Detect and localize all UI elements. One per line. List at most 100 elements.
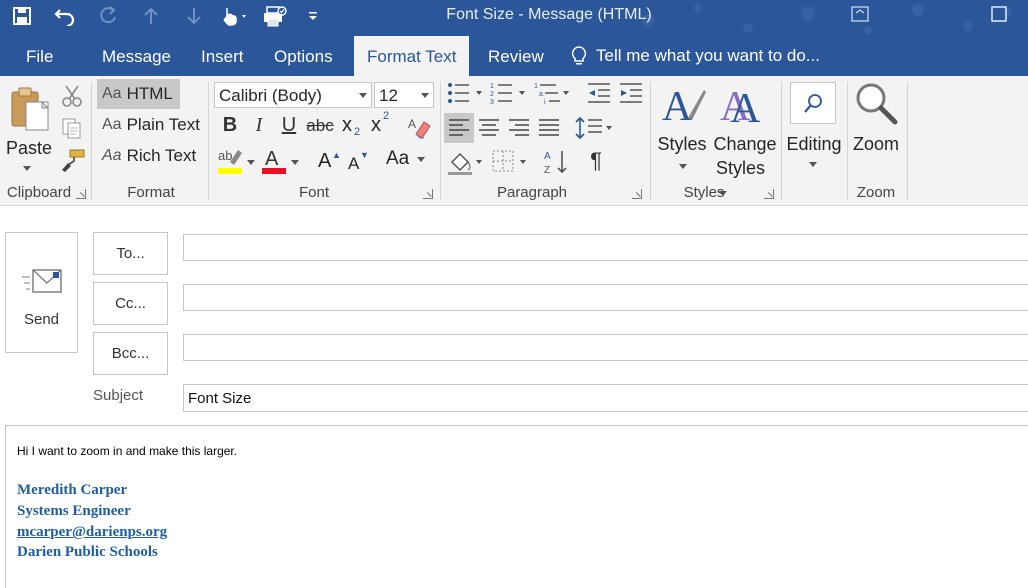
change-styles-button[interactable]: AA Change Styles [712, 80, 778, 196]
change-case-button[interactable]: Aa [386, 148, 426, 174]
shrink-font-button[interactable]: A ▼ [346, 150, 370, 176]
font-color-dropdown-icon[interactable] [291, 160, 299, 165]
font-name-dropdown-icon [359, 93, 367, 98]
clipboard-launcher-icon[interactable] [76, 189, 86, 199]
font-name-value: Calibri (Body) [219, 86, 322, 105]
to-field[interactable] [183, 234, 1028, 261]
subject-label: Subject [93, 387, 144, 404]
styles-launcher-icon[interactable] [764, 189, 774, 199]
svg-text:A: A [265, 148, 279, 170]
increase-indent-icon[interactable] [618, 82, 644, 104]
group-divider [781, 82, 782, 200]
zoom-group-label: Zoom [856, 184, 896, 201]
styles-group-label: Styles [683, 184, 725, 201]
align-left-button[interactable] [444, 113, 474, 143]
tab-file[interactable]: File [13, 36, 66, 76]
highlight-color-icon[interactable]: ab [216, 146, 244, 176]
cc-field[interactable] [183, 284, 1028, 311]
clear-formatting-icon[interactable]: A [406, 114, 432, 140]
decrease-indent-icon[interactable] [586, 82, 612, 104]
group-divider [650, 82, 651, 200]
subscript-button[interactable]: x 2 [341, 114, 367, 142]
maximize-icon[interactable] [990, 5, 1008, 23]
svg-text:A: A [408, 117, 416, 131]
rich-aa-icon: Aa [102, 147, 122, 164]
align-right-icon[interactable] [508, 118, 530, 138]
numbering-icon[interactable]: 123 [490, 81, 528, 105]
tell-me-box[interactable]: Tell me what you want to do... [570, 36, 820, 76]
font-size-dropdown-icon [421, 93, 429, 98]
signature-organization: Darien Public Schools [17, 544, 158, 560]
font-color-icon[interactable]: A [260, 146, 288, 176]
show-formatting-marks-button[interactable]: ¶ [584, 148, 608, 174]
ribbon: Paste Clipboard Aa HTML Aa Plain Text Aa… [0, 76, 1028, 206]
bcc-field[interactable] [183, 334, 1028, 361]
highlight-dropdown-icon[interactable] [247, 160, 255, 165]
copy-icon[interactable] [60, 116, 84, 140]
tab-format-text[interactable]: Format Text [354, 36, 470, 76]
italic-button[interactable]: I [248, 114, 270, 137]
borders-icon[interactable] [490, 148, 530, 176]
editing-button[interactable]: Editing [784, 80, 844, 180]
line-spacing-icon[interactable] [575, 116, 615, 140]
signature-email-link[interactable]: mcarper@darienps.org [17, 524, 167, 541]
font-name-combo[interactable]: Calibri (Body) [214, 82, 372, 108]
group-divider [208, 82, 209, 200]
body-text: Hi I want to zoom in and make this large… [17, 444, 238, 458]
to-button[interactable]: To... [93, 232, 168, 275]
multilevel-list-icon[interactable]: 1ai [534, 81, 572, 105]
ribbon-display-options-icon[interactable] [851, 5, 869, 23]
font-group-label: Font [298, 184, 329, 201]
format-painter-icon[interactable] [60, 148, 86, 172]
tab-options[interactable]: Options [261, 36, 346, 76]
cut-icon[interactable] [60, 84, 84, 108]
superscript-button[interactable]: x 2 [370, 110, 396, 140]
paragraph-launcher-icon[interactable] [632, 189, 642, 199]
grow-font-caret-icon: ▲ [332, 150, 341, 160]
tab-insert[interactable]: Insert [188, 36, 257, 76]
format-rich-text-button[interactable]: Aa Rich Text [97, 141, 196, 171]
format-plain-text-button[interactable]: Aa Plain Text [97, 110, 200, 140]
svg-text:1: 1 [534, 83, 538, 90]
change-styles-line1: Change [713, 134, 777, 154]
sort-icon[interactable]: AZ [544, 148, 570, 176]
zoom-button[interactable]: Zoom [850, 80, 902, 180]
tell-me-text: Tell me what you want to do... [596, 46, 820, 65]
format-html-button[interactable]: Aa HTML [97, 79, 180, 109]
format-rich-text-label: Rich Text [126, 146, 197, 165]
align-center-icon[interactable] [478, 118, 500, 138]
subscript-mark: 2 [354, 126, 361, 138]
underline-button[interactable]: U [277, 114, 301, 137]
justify-icon[interactable] [538, 118, 560, 138]
change-case-label: Aa [386, 148, 410, 169]
paste-dropdown-arrow [23, 166, 31, 171]
plain-aa-icon: Aa [102, 116, 122, 133]
paste-button[interactable]: Paste [4, 82, 54, 182]
svg-text:Z: Z [544, 165, 550, 176]
subject-field[interactable]: Font Size [183, 384, 1028, 412]
html-aa-icon: Aa [102, 85, 122, 102]
bullets-icon[interactable] [446, 81, 484, 105]
font-size-combo[interactable]: 12 [374, 82, 434, 108]
bcc-button[interactable]: Bcc... [93, 332, 168, 375]
grow-font-letter: A [318, 150, 332, 172]
message-body[interactable]: Hi I want to zoom in and make this large… [5, 425, 1028, 588]
send-label: Send [23, 311, 60, 328]
styles-dropdown-icon [679, 164, 687, 169]
tab-review[interactable]: Review [475, 36, 557, 76]
strikethrough-button[interactable]: abc [305, 116, 335, 136]
send-button[interactable]: Send [5, 232, 78, 353]
grow-font-button[interactable]: A ▲ [316, 148, 341, 174]
tab-message[interactable]: Message [89, 36, 184, 76]
change-styles-line2-text: Styles [716, 158, 766, 178]
styles-gallery-button[interactable]: A Styles [656, 80, 708, 180]
shrink-font-caret-icon: ▼ [360, 150, 369, 160]
shading-icon[interactable] [446, 148, 486, 176]
cc-button[interactable]: Cc... [93, 282, 168, 325]
title-bar: Font Size - Message (HTML) [0, 0, 1028, 36]
send-envelope-icon [22, 269, 62, 293]
bold-button[interactable]: B [218, 114, 242, 137]
svg-text:i: i [544, 99, 546, 105]
editing-label: Editing [786, 134, 842, 154]
font-launcher-icon[interactable] [423, 189, 433, 199]
